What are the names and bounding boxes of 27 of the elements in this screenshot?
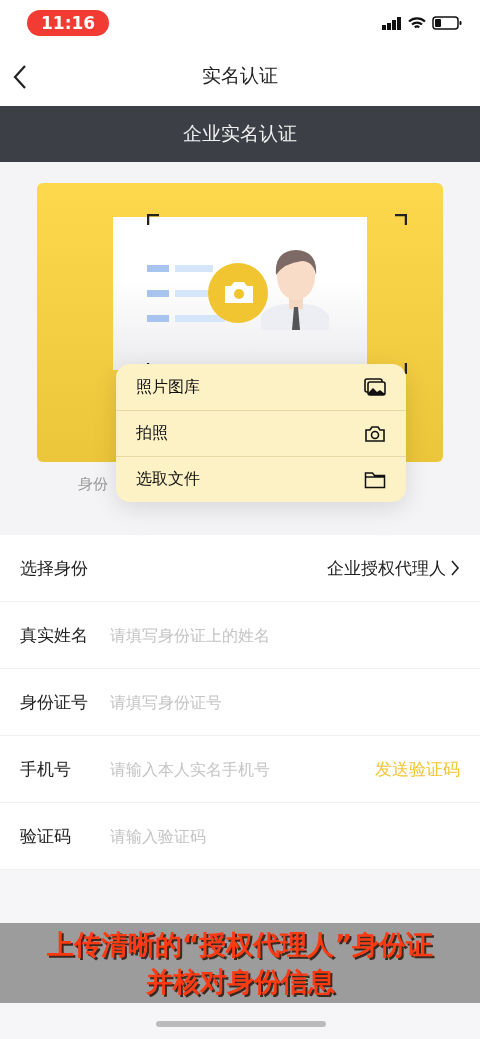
caption-text: 并核对身份信息	[145, 965, 335, 999]
menu-item[interactable]: 选取文件	[116, 456, 406, 502]
input-field[interactable]: 请输入本人实名手机号	[108, 758, 365, 780]
field-label: 手机号	[20, 757, 72, 781]
upload-caption: 身份	[78, 475, 108, 494]
status-time: 11:16	[27, 10, 110, 36]
back-icon[interactable]	[12, 64, 28, 90]
section-banner: 企业实名认证	[0, 106, 480, 162]
photo-gallery-icon	[364, 378, 386, 396]
field-label: 选择身份	[20, 556, 88, 580]
signal-icon	[382, 16, 402, 30]
camera-icon[interactable]	[208, 263, 268, 323]
wifi-icon	[408, 16, 426, 30]
field-label: 真实姓名	[20, 623, 89, 647]
battery-icon	[432, 16, 462, 30]
field-label: 身份证号	[20, 690, 89, 714]
menu-item[interactable]: 照片图库	[116, 364, 406, 410]
menu-item[interactable]: 拍照	[116, 410, 406, 456]
chevron-right-icon	[450, 559, 460, 577]
page-title: 实名认证	[202, 63, 278, 88]
input-field[interactable]: 请输入验证码	[108, 825, 460, 847]
input-field[interactable]: 请填写身份证号	[108, 691, 460, 713]
caption-text: 上传清晰的“授权代理人”身份证	[46, 928, 434, 962]
folder-icon	[364, 470, 386, 489]
camera-icon	[364, 424, 386, 443]
identity-selector[interactable]: 企业授权代理人	[327, 556, 460, 580]
field-label: 验证码	[20, 824, 72, 848]
